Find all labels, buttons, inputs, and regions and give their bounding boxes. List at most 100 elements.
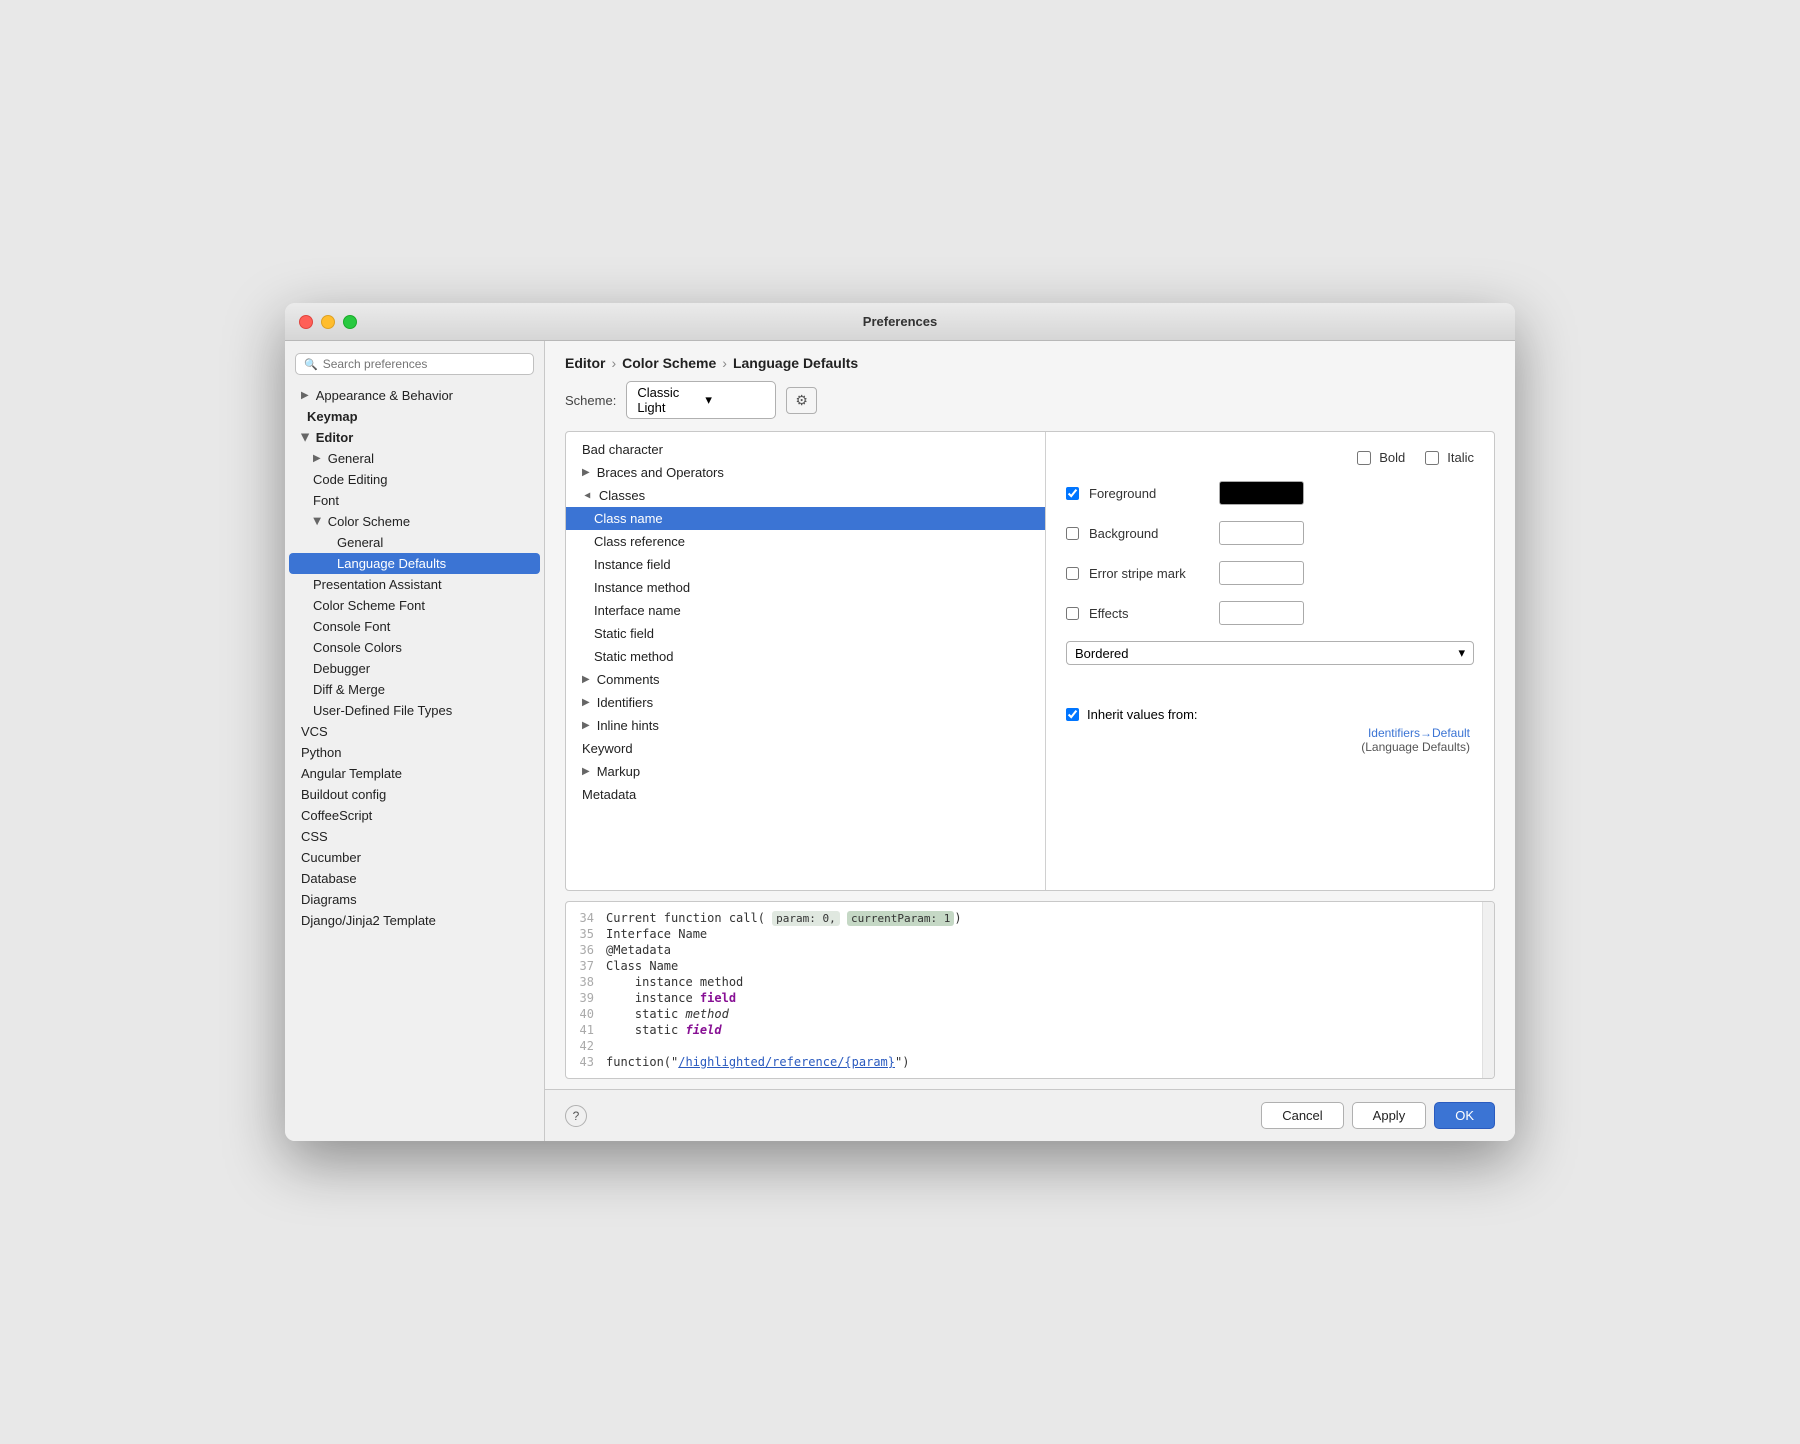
sidebar-item-diff-merge[interactable]: Diff & Merge	[285, 679, 544, 700]
window-body: 🔍 ▶ Appearance & Behavior Keymap ▶ Edito…	[285, 341, 1515, 1141]
sidebar-item-label: Angular Template	[301, 766, 402, 781]
effects-type-dropdown[interactable]: Bordered ▾	[1066, 641, 1474, 665]
sidebar-item-vcs[interactable]: VCS	[285, 721, 544, 742]
tree-item-inline-hints[interactable]: ▶ Inline hints	[566, 714, 1045, 737]
italic-label: Italic	[1447, 450, 1474, 465]
tree-item-label: Class name	[594, 511, 663, 526]
sidebar-item-database[interactable]: Database	[285, 868, 544, 889]
foreground-color-swatch[interactable]	[1219, 481, 1304, 505]
line-number: 39	[566, 991, 606, 1005]
field-token: field	[700, 991, 736, 1005]
background-color-swatch[interactable]	[1219, 521, 1304, 545]
foreground-checkbox[interactable]	[1066, 487, 1079, 500]
sidebar-item-label: Console Colors	[313, 640, 402, 655]
sidebar-item-label: General	[328, 451, 374, 466]
tree-item-identifiers[interactable]: ▶ Identifiers	[566, 691, 1045, 714]
sidebar-item-editor[interactable]: ▶ Editor	[285, 427, 544, 448]
sidebar-item-user-defined[interactable]: User-Defined File Types	[285, 700, 544, 721]
tree-item-static-method[interactable]: Static method	[566, 645, 1045, 668]
tree-item-keyword[interactable]: Keyword	[566, 737, 1045, 760]
chevron-icon: ▼	[581, 491, 592, 501]
string-token: /highlighted/reference/{param}	[678, 1055, 895, 1069]
sidebar-item-console-colors[interactable]: Console Colors	[285, 637, 544, 658]
sidebar-item-angular[interactable]: Angular Template	[285, 763, 544, 784]
tree-item-label: Interface name	[594, 603, 681, 618]
sidebar-item-code-editing[interactable]: Code Editing	[285, 469, 544, 490]
tree-item-braces[interactable]: ▶ Braces and Operators	[566, 461, 1045, 484]
code-line-34: 34 Current function call( param: 0, curr…	[566, 910, 1482, 926]
tree-item-metadata[interactable]: Metadata	[566, 783, 1045, 806]
sidebar-item-general[interactable]: ▶ General	[285, 448, 544, 469]
code-line-40: 40 static method	[566, 1006, 1482, 1022]
tree-item-classes[interactable]: ▼ Classes	[566, 484, 1045, 507]
sidebar-item-appearance[interactable]: ▶ Appearance & Behavior	[285, 385, 544, 406]
sidebar-item-coffeescript[interactable]: CoffeeScript	[285, 805, 544, 826]
code-content: function("/highlighted/reference/{param}…	[606, 1055, 909, 1069]
tree-item-markup[interactable]: ▶ Markup	[566, 760, 1045, 783]
code-line-39: 39 instance field	[566, 990, 1482, 1006]
sidebar-item-label: VCS	[301, 724, 328, 739]
scheme-dropdown[interactable]: Classic Light ▾	[626, 381, 776, 419]
tree-item-interface-name[interactable]: Interface name	[566, 599, 1045, 622]
background-checkbox[interactable]	[1066, 527, 1079, 540]
sidebar-item-python[interactable]: Python	[285, 742, 544, 763]
sidebar-item-css[interactable]: CSS	[285, 826, 544, 847]
tree-item-class-ref[interactable]: Class reference	[566, 530, 1045, 553]
apply-button[interactable]: Apply	[1352, 1102, 1427, 1129]
close-button[interactable]	[299, 315, 313, 329]
inherit-link[interactable]: Identifiers→Default	[1066, 726, 1474, 740]
sidebar-item-cucumber[interactable]: Cucumber	[285, 847, 544, 868]
effects-swatch[interactable]	[1219, 601, 1304, 625]
sidebar-item-django[interactable]: Django/Jinja2 Template	[285, 910, 544, 931]
inherit-checkbox[interactable]	[1066, 708, 1079, 721]
line-number: 42	[566, 1039, 606, 1053]
effects-checkbox[interactable]	[1066, 607, 1079, 620]
bold-checkbox[interactable]	[1357, 451, 1371, 465]
tree-item-instance-field[interactable]: Instance field	[566, 553, 1045, 576]
sidebar-item-presentation-assistant[interactable]: Presentation Assistant	[285, 574, 544, 595]
tree-item-label: Bad character	[582, 442, 663, 457]
tree-item-static-field[interactable]: Static field	[566, 622, 1045, 645]
titlebar: Preferences	[285, 303, 1515, 341]
sidebar-item-label: General	[337, 535, 383, 550]
error-stripe-checkbox[interactable]	[1066, 567, 1079, 580]
code-content: Class Name	[606, 959, 678, 973]
effects-type-label: Bordered	[1075, 646, 1128, 661]
search-box[interactable]: 🔍	[295, 353, 534, 375]
sidebar-item-debugger[interactable]: Debugger	[285, 658, 544, 679]
inherit-label: Inherit values from:	[1087, 707, 1198, 722]
tree-item-class-name[interactable]: Class name	[566, 507, 1045, 530]
sidebar-item-font[interactable]: Font	[285, 490, 544, 511]
error-stripe-swatch[interactable]	[1219, 561, 1304, 585]
preferences-window: Preferences 🔍 ▶ Appearance & Behavior Ke…	[285, 303, 1515, 1141]
search-icon: 🔍	[304, 358, 318, 371]
italic-checkbox[interactable]	[1425, 451, 1439, 465]
sidebar-item-diagrams[interactable]: Diagrams	[285, 889, 544, 910]
help-button[interactable]: ?	[565, 1105, 587, 1127]
tree-item-bad-char[interactable]: Bad character	[566, 438, 1045, 461]
minimize-button[interactable]	[321, 315, 335, 329]
maximize-button[interactable]	[343, 315, 357, 329]
error-stripe-label: Error stripe mark	[1089, 566, 1209, 581]
sidebar-item-cs-general[interactable]: General	[285, 532, 544, 553]
sidebar-item-buildout[interactable]: Buildout config	[285, 784, 544, 805]
tree-item-instance-method[interactable]: Instance method	[566, 576, 1045, 599]
scheme-bar: Scheme: Classic Light ▾ ⚙	[545, 381, 1515, 431]
tree-item-comments[interactable]: ▶ Comments	[566, 668, 1045, 691]
sidebar-item-language-defaults[interactable]: Language Defaults	[289, 553, 540, 574]
ok-button[interactable]: OK	[1434, 1102, 1495, 1129]
sidebar-item-keymap[interactable]: Keymap	[285, 406, 544, 427]
window-title: Preferences	[863, 314, 937, 329]
chevron-icon: ▶	[311, 518, 322, 526]
search-input[interactable]	[323, 357, 525, 371]
gear-button[interactable]: ⚙	[786, 387, 817, 414]
sidebar-item-console-font[interactable]: Console Font	[285, 616, 544, 637]
scrollbar[interactable]	[1482, 902, 1494, 1078]
sidebar-item-color-scheme[interactable]: ▶ Color Scheme	[285, 511, 544, 532]
cancel-button[interactable]: Cancel	[1261, 1102, 1343, 1129]
sidebar-item-color-scheme-font[interactable]: Color Scheme Font	[285, 595, 544, 616]
code-content: Interface Name	[606, 927, 707, 941]
bold-label: Bold	[1379, 450, 1405, 465]
sidebar-item-label: Editor	[316, 430, 354, 445]
sidebar-item-label: Keymap	[307, 409, 358, 424]
